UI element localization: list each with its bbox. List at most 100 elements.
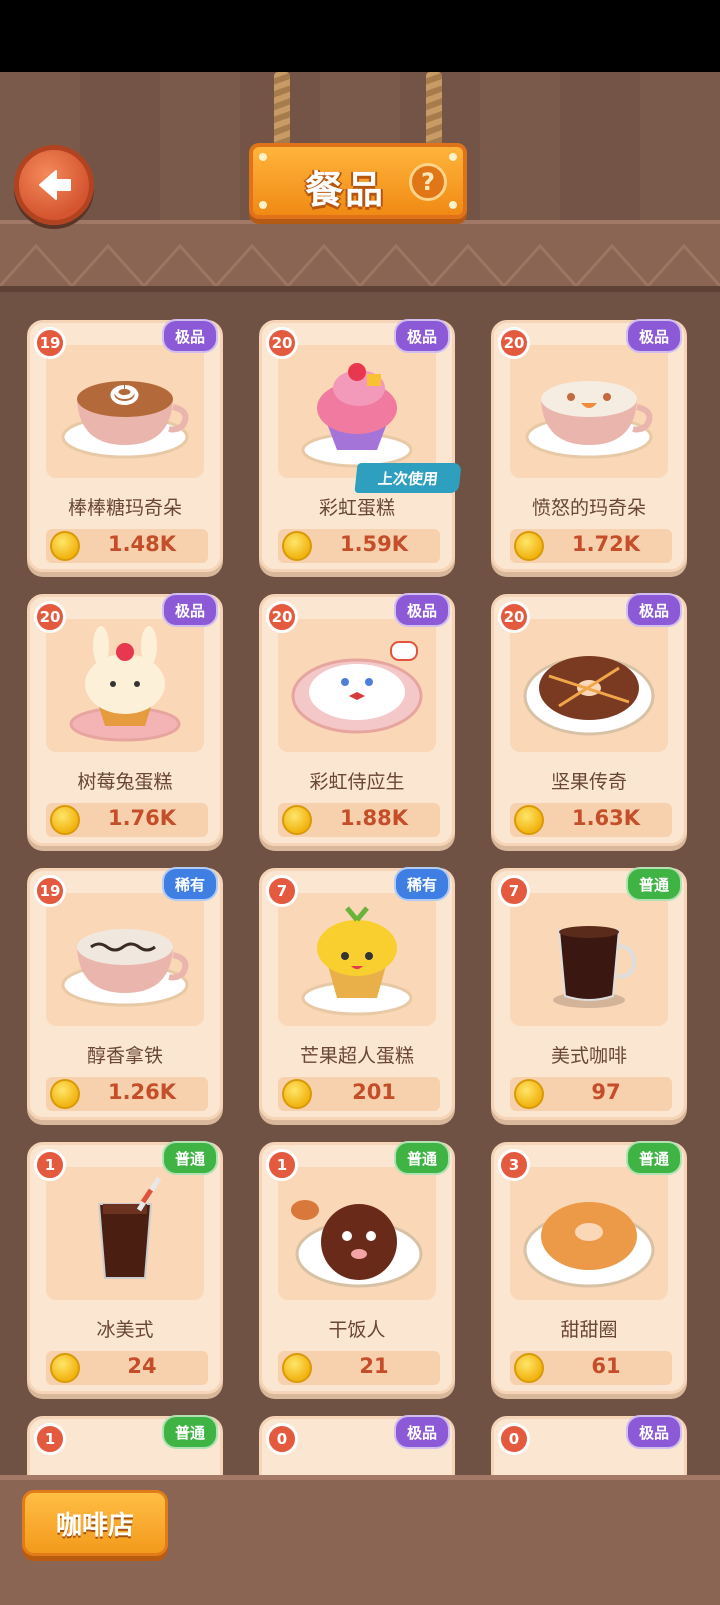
- price-value: 1.26K: [107, 1080, 177, 1104]
- item-name: 树莓兔蛋糕: [77, 771, 173, 793]
- item-card[interactable]: 3 普通 甜甜圈 61: [491, 1141, 687, 1394]
- item-name: 坚果传奇: [550, 771, 627, 793]
- item-card[interactable]: 1 普通 干饭人 21: [259, 1141, 455, 1394]
- rarity-badge: 稀有: [394, 867, 450, 901]
- level-badge: 19: [34, 875, 66, 907]
- level-badge: 7: [498, 875, 530, 907]
- rarity-badge: 普通: [394, 1141, 450, 1175]
- price-value: 61: [591, 1354, 621, 1378]
- price-bar: 61: [510, 1351, 672, 1385]
- level-badge: 19: [34, 327, 66, 359]
- level-badge: 0: [266, 1423, 298, 1455]
- level-badge: 20: [498, 327, 530, 359]
- item-card[interactable]: 7 普通 美式咖啡 97: [491, 867, 687, 1120]
- rarity-badge: 普通: [162, 1415, 218, 1449]
- level-badge: 20: [266, 327, 298, 359]
- price-bar: 1.88K: [278, 803, 440, 837]
- rainbow-cake-image: [278, 345, 436, 478]
- rarity-badge: 极品: [394, 319, 450, 353]
- item-card[interactable]: 上次使用 20 极品 彩虹蛋糕 1.59K: [259, 319, 462, 572]
- rarity-badge: 稀有: [162, 867, 218, 901]
- item-card[interactable]: 1 普通 冰美式 24: [27, 1141, 223, 1394]
- rarity-badge: 极品: [394, 1415, 450, 1449]
- help-button[interactable]: ?: [409, 163, 447, 201]
- item-name: 彩虹侍应生: [309, 771, 405, 793]
- price-value: 1.88K: [339, 806, 409, 830]
- rainbow-waiter-image: [278, 619, 436, 752]
- rarity-badge: 极品: [626, 319, 682, 353]
- item-name: 醇香拿铁: [86, 1045, 163, 1067]
- rarity-badge: 普通: [626, 1141, 682, 1175]
- price-bar: 24: [46, 1351, 208, 1385]
- last-used-badge: 上次使用: [354, 463, 462, 493]
- americano-image: [510, 893, 668, 1026]
- nut-legend-image: [510, 619, 668, 752]
- price-bar: 21: [278, 1351, 440, 1385]
- item-card[interactable]: 0 极品: [259, 1415, 455, 1475]
- item-grid: 19 极品 棒棒糖玛奇朵 1.48K 上次使用 20 极品 彩虹蛋糕 1.59K: [0, 300, 720, 1475]
- price-bar: 97: [510, 1077, 672, 1111]
- price-value: 1.59K: [339, 532, 409, 556]
- level-badge: 1: [266, 1149, 298, 1181]
- raspberry-bunny-cake-image: [46, 619, 204, 752]
- item-card[interactable]: 20 极品 彩虹侍应生 1.88K: [259, 593, 455, 846]
- rope-left: [274, 72, 290, 152]
- rarity-badge: 普通: [626, 867, 682, 901]
- item-name: 甜甜圈: [560, 1319, 618, 1341]
- item-card[interactable]: 20 极品 愤怒的玛奇朵 1.72K: [491, 319, 687, 572]
- price-value: 1.48K: [107, 532, 177, 556]
- donut-image: [510, 1167, 668, 1300]
- item-card[interactable]: 0 极品: [491, 1415, 687, 1475]
- item-card[interactable]: 20 极品 树莓兔蛋糕 1.76K: [27, 593, 223, 846]
- price-bar: 201: [278, 1077, 440, 1111]
- item-card[interactable]: 1 普通: [27, 1415, 223, 1475]
- level-badge: 3: [498, 1149, 530, 1181]
- rarity-badge: 极品: [162, 319, 218, 353]
- price-bar: 1.63K: [510, 803, 672, 837]
- rarity-badge: 极品: [626, 593, 682, 627]
- item-card[interactable]: 19 极品 棒棒糖玛奇朵 1.48K: [27, 319, 223, 572]
- level-badge: 20: [266, 601, 298, 633]
- level-badge: 1: [34, 1423, 66, 1455]
- level-badge: 20: [498, 601, 530, 633]
- mango-hero-cake-image: [278, 893, 436, 1026]
- item-name: 愤怒的玛奇朵: [531, 497, 646, 519]
- item-card[interactable]: 20 极品 坚果传奇 1.63K: [491, 593, 687, 846]
- level-badge: 7: [266, 875, 298, 907]
- level-badge: 1: [34, 1149, 66, 1181]
- item-name: 彩虹蛋糕: [318, 497, 395, 519]
- price-bar: 1.26K: [46, 1077, 208, 1111]
- status-bar: [0, 0, 720, 72]
- item-card[interactable]: 7 稀有 芒果超人蛋糕 201: [259, 867, 455, 1120]
- rarity-badge: 普通: [162, 1141, 218, 1175]
- iced-americano-image: [46, 1167, 204, 1300]
- level-badge: 20: [34, 601, 66, 633]
- latte-lollipop-image: [46, 345, 204, 478]
- price-bar: 1.59K: [278, 529, 440, 563]
- price-value: 1.76K: [107, 806, 177, 830]
- coffee-shop-button[interactable]: 咖啡店: [22, 1490, 168, 1556]
- arrow-left-icon: [39, 170, 71, 200]
- price-bar: 1.72K: [510, 529, 672, 563]
- rarity-badge: 极品: [626, 1415, 682, 1449]
- rarity-badge: 极品: [162, 593, 218, 627]
- rarity-badge: 极品: [394, 593, 450, 627]
- rope-right: [426, 72, 442, 152]
- item-name: 芒果超人蛋糕: [299, 1045, 414, 1067]
- foodie-donut-image: [278, 1167, 436, 1300]
- price-bar: 1.48K: [46, 529, 208, 563]
- title-sign: 餐品 ?: [249, 143, 467, 219]
- item-card[interactable]: 19 稀有 醇香拿铁 1.26K: [27, 867, 223, 1120]
- price-value: 24: [127, 1354, 157, 1378]
- back-button[interactable]: [14, 145, 94, 225]
- mellow-latte-image: [46, 893, 204, 1026]
- item-name: 冰美式: [96, 1319, 154, 1341]
- angry-macchiato-image: [510, 345, 668, 478]
- price-value: 97: [591, 1080, 621, 1104]
- page-title: 餐品: [305, 168, 386, 212]
- price-value: 1.63K: [571, 806, 641, 830]
- price-bar: 1.76K: [46, 803, 208, 837]
- item-name: 美式咖啡: [550, 1045, 627, 1067]
- price-value: 21: [359, 1354, 389, 1378]
- header-floor: [0, 220, 720, 292]
